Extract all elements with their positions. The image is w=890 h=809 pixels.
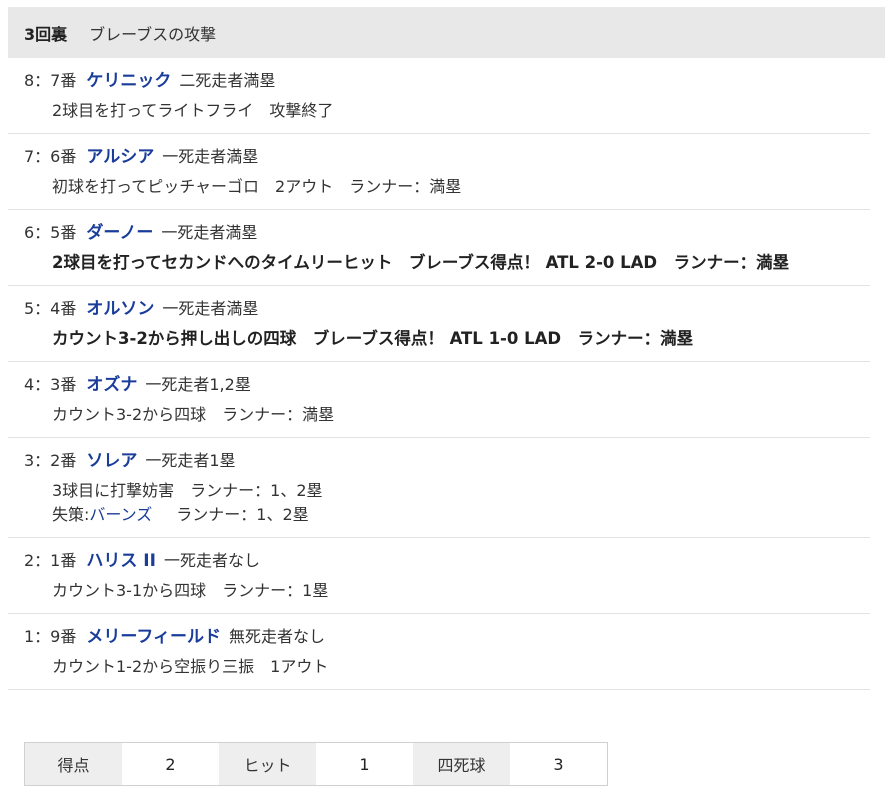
play-result: カウント3-2から四球 ランナー：満塁 xyxy=(52,405,335,424)
play-header: 3：2番 ソレア 一死走者1塁 xyxy=(24,450,870,472)
batter-link[interactable]: ソレア xyxy=(86,451,137,471)
inning-label: 3回裏 xyxy=(24,24,68,44)
base-situation: 一死走者1,2塁 xyxy=(145,375,251,394)
play-item: 4：3番 オズナ 一死走者1,2塁カウント3-2から四球 ランナー：満塁 xyxy=(8,362,870,438)
play-result: 初球を打ってピッチャーゴロ 2アウト ランナー：満塁 xyxy=(52,177,462,196)
base-situation: 一死走者満塁 xyxy=(162,299,259,318)
base-situation: 一死走者満塁 xyxy=(162,147,259,166)
play-item: 6：5番 ダーノー 一死走者満塁 2球目を打ってセカンドへのタイムリーヒット ブレーブ… xyxy=(8,210,870,286)
batting-order: 3：2番 xyxy=(24,451,77,470)
batter-link[interactable]: オルソン xyxy=(86,299,154,319)
batting-order: 6：5番 xyxy=(24,223,77,242)
base-situation: 一死走者満塁 xyxy=(161,223,258,242)
batter-link[interactable]: ケリニック xyxy=(86,71,171,91)
play-header: 2：1番 ハリス II 一死走者なし xyxy=(24,550,870,572)
play-result: 3球目に打撃妨害 ランナー：1、2塁 xyxy=(52,481,323,500)
summary-value: 3 xyxy=(510,743,607,785)
play-item: 2：1番 ハリス II 一死走者なしカウント3-1から四球 ランナー：1塁 xyxy=(8,538,870,614)
play-result: カウント3-2から押し出しの四球 ブレーブス得点！ ATL 1-0 LAD ラン… xyxy=(52,329,694,348)
play-header: 5：4番 オルソン 一死走者満塁 xyxy=(24,298,870,320)
attack-team-label: ブレーブスの攻撃 xyxy=(89,24,217,44)
batting-order: 4：3番 xyxy=(24,375,77,394)
base-situation: 無死走者なし xyxy=(229,627,326,646)
play-result: カウント3-1から四球 ランナー：1塁 xyxy=(52,581,329,600)
play-result: 2球目を打ってセカンドへのタイムリーヒット ブレーブス得点！ ATL 2-0 L… xyxy=(52,253,790,272)
batter-link[interactable]: ハリス II xyxy=(86,551,156,571)
play-item: 8：7番 ケリニック 二死走者満塁 2球目を打ってライトフライ 攻撃終了 xyxy=(8,58,870,134)
play-header: 4：3番 オズナ 一死走者1,2塁 xyxy=(24,374,870,396)
batting-order: 7：6番 xyxy=(24,147,77,166)
base-situation: 一死走者なし xyxy=(163,551,260,570)
play-header: 7：6番 アルシア 一死走者満塁 xyxy=(24,146,870,168)
play-header: 8：7番 ケリニック 二死走者満塁 xyxy=(24,70,870,92)
error-runner-status: ランナー：1、2塁 xyxy=(176,505,309,524)
play-item: 3：2番 ソレア 一死走者1塁 3球目に打撃妨害 ランナー：1、2塁 失策:バーンズ ラン… xyxy=(8,438,870,538)
batting-order: 2：1番 xyxy=(24,551,77,570)
summary-label: ヒット xyxy=(219,743,316,785)
summary-label: 得点 xyxy=(25,743,122,785)
summary-label: 四死球 xyxy=(413,743,510,785)
play-item: 7：6番 アルシア 一死走者満塁初球を打ってピッチャーゴロ 2アウト ランナー：満塁 xyxy=(8,134,870,210)
summary-value: 1 xyxy=(316,743,413,785)
error-player-link[interactable]: バーンズ xyxy=(89,505,152,524)
error-note: 失策:バーンズ ランナー：1、2塁 xyxy=(52,503,870,527)
batting-order: 1：9番 xyxy=(24,627,77,646)
batter-link[interactable]: メリーフィールド xyxy=(86,627,221,647)
inning-header: 3回裏 ブレーブスの攻撃 xyxy=(8,7,885,58)
play-header: 1：9番 メリーフィールド 無死走者なし xyxy=(24,626,870,648)
batter-link[interactable]: アルシア xyxy=(86,147,154,167)
batting-order: 8：7番 xyxy=(24,71,77,90)
play-item: 5：4番 オルソン 一死走者満塁カウント3-2から押し出しの四球 ブレーブス得点！ … xyxy=(8,286,870,362)
base-situation: 二死走者満塁 xyxy=(179,71,276,90)
error-label: 失策: xyxy=(52,505,90,524)
play-item: 1：9番 メリーフィールド 無死走者なしカウント1-2から空振り三振 1アウト xyxy=(8,614,870,690)
base-situation: 一死走者1塁 xyxy=(145,451,236,470)
play-header: 6：5番 ダーノー 一死走者満塁 xyxy=(24,222,870,244)
play-result: 2球目を打ってライトフライ 攻撃終了 xyxy=(52,101,334,120)
batting-order: 5：4番 xyxy=(24,299,77,318)
inning-summary-table: 得点 2 ヒット 1 四死球 3 xyxy=(24,742,608,786)
play-list: 8：7番 ケリニック 二死走者満塁 2球目を打ってライトフライ 攻撃終了 7：6番 アルシ… xyxy=(8,58,870,690)
summary-value: 2 xyxy=(122,743,219,785)
play-result: カウント1-2から空振り三振 1アウト xyxy=(52,657,329,676)
batter-link[interactable]: オズナ xyxy=(86,375,137,395)
batter-link[interactable]: ダーノー xyxy=(86,223,153,243)
